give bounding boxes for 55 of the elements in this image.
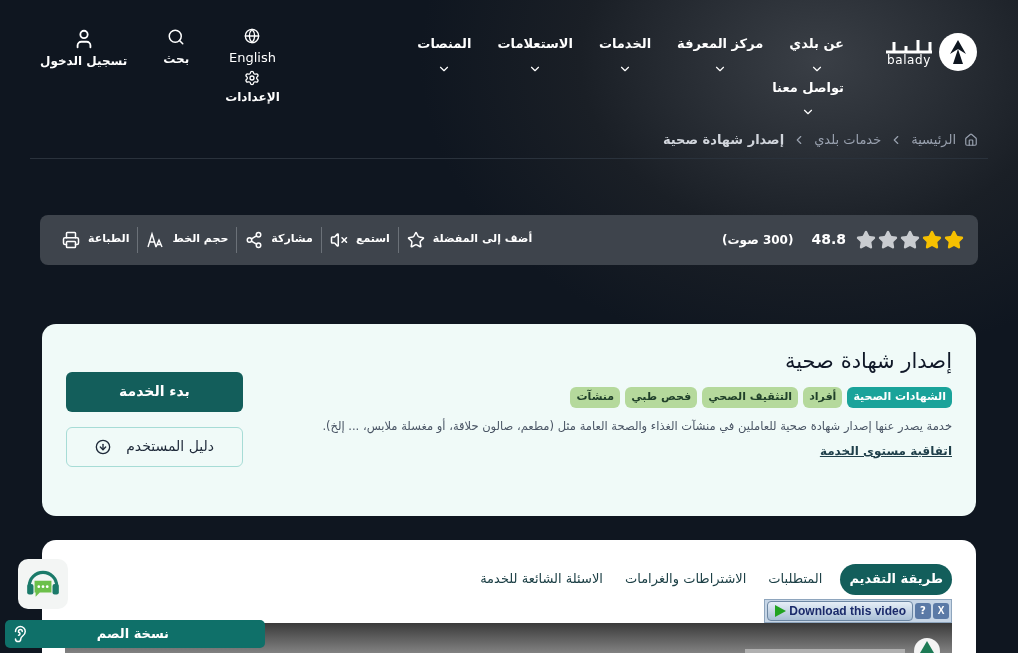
- nav-menu-item[interactable]: عن بلدي: [789, 34, 844, 76]
- rating-star-icon: [944, 229, 964, 250]
- support-chat-button[interactable]: [18, 559, 68, 609]
- user-guide-button[interactable]: دليل المستخدم: [66, 426, 243, 467]
- muted-speaker-icon: [329, 230, 348, 249]
- listen-action[interactable]: استمع: [321, 226, 399, 253]
- service-tag[interactable]: منشآت: [570, 387, 621, 408]
- service-title: إصدار شهادة صحية: [784, 347, 952, 376]
- service-tab[interactable]: المتطلبات: [764, 563, 827, 595]
- font-action[interactable]: حجم الخط: [138, 226, 238, 253]
- language-link[interactable]: English: [229, 48, 276, 68]
- nav-menu-item[interactable]: مركز المعرفة: [677, 34, 764, 76]
- search-icon: [167, 28, 186, 46]
- font-size-icon: [146, 230, 165, 249]
- download-icon: [95, 438, 111, 455]
- rating-star-icon: [878, 229, 898, 250]
- service-tag[interactable]: التثقيف الصحي: [702, 387, 799, 408]
- breadcrumb-item: إصدار شهادة صحية: [662, 131, 785, 149]
- download-video-button[interactable]: Download this video: [767, 600, 913, 621]
- start-service-button[interactable]: بدء الخدمة: [66, 371, 243, 412]
- logo-wordmark: balady: [887, 54, 931, 66]
- rating-value: 48.8: [811, 230, 846, 249]
- rating-star-icon: [922, 229, 942, 250]
- vote-count: (300 صوت): [722, 231, 794, 249]
- service-tab[interactable]: الاسئلة الشائعة للخدمة: [476, 563, 607, 595]
- rating-star-icon: [856, 229, 876, 250]
- service-tab[interactable]: الاشتراطات والغرامات: [620, 563, 751, 595]
- sla-link[interactable]: اتفاقية مستوى الخدمة: [819, 441, 952, 460]
- home-icon: [964, 132, 978, 147]
- service-tag[interactable]: أفراد: [803, 387, 843, 408]
- globe-icon: [244, 28, 261, 44]
- play-icon: [774, 604, 787, 617]
- share-icon: [245, 230, 264, 249]
- search-button[interactable]: بحث: [163, 50, 190, 68]
- service-tab[interactable]: طريقة التقديم: [840, 563, 952, 595]
- help-button[interactable]: ?: [915, 602, 931, 619]
- nav-menu-item[interactable]: الاستعلامات: [497, 34, 573, 76]
- share-action[interactable]: مشاركة: [237, 226, 322, 253]
- service-tag[interactable]: فحص طبي: [625, 387, 698, 408]
- rating-star-icon: [900, 229, 920, 250]
- deaf-version-bar[interactable]: نسخة الصم: [5, 620, 265, 648]
- settings-button[interactable]: الإعدادات: [225, 87, 280, 106]
- print-action[interactable]: الطباعة: [54, 226, 139, 253]
- settings-icon: [244, 69, 261, 86]
- service-description: خدمة يصدر عنها إصدار شهادة صحية للعاملين في منشآت الغذاء والصحة العامة مثل (مطعم، صالون حلاقة، أو مغسلة ملابس، ... إلخ).: [322, 417, 952, 436]
- nav-menu-item[interactable]: المنصات: [417, 34, 472, 76]
- nav-menu-item[interactable]: الخدمات: [598, 34, 652, 76]
- close-button[interactable]: X: [933, 602, 949, 619]
- nav-menu-item[interactable]: تواصل معنا: [772, 77, 844, 119]
- breadcrumb-item[interactable]: خدمات بلدي: [814, 130, 882, 150]
- login-button[interactable]: تسجيل الدخول: [40, 52, 128, 70]
- star-icon: [406, 230, 425, 249]
- printer-icon: [62, 230, 80, 249]
- breadcrumb-item[interactable]: الرئيسية: [911, 130, 956, 150]
- favorite-action[interactable]: أضف إلى المفضلة: [398, 226, 541, 253]
